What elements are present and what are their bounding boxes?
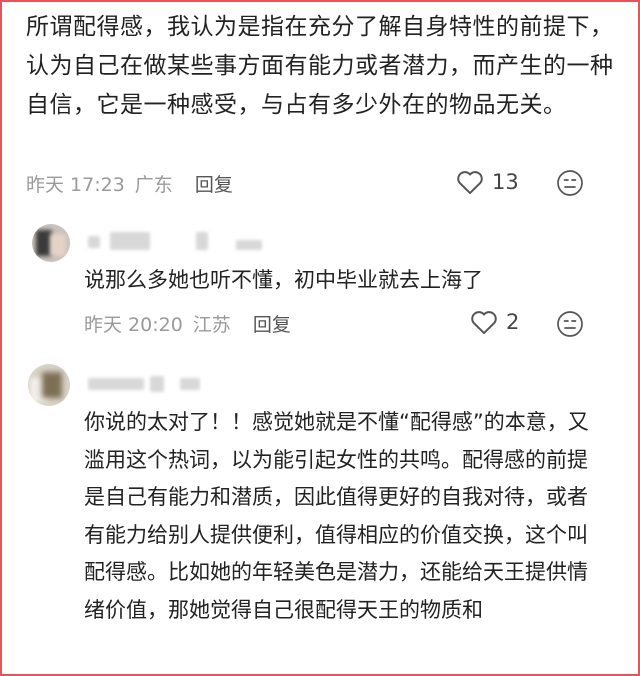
comment-2-location: 江苏 [192, 314, 231, 336]
blurred-username [88, 236, 100, 248]
comment-2-meta: 昨天 20:20 江苏 回复 [84, 310, 291, 337]
blurred-username [110, 232, 150, 250]
comment-2-like-count: 2 [506, 310, 520, 334]
comment-1-like-count: 13 [492, 170, 519, 194]
comment-1-location: 广东 [134, 174, 173, 196]
comment-1-reply-button[interactable]: 回复 [195, 170, 233, 197]
blurred-username [196, 232, 208, 250]
heart-icon [457, 171, 483, 195]
comment-2-like-button[interactable]: 2 [470, 309, 519, 335]
comment-3-text: 你说的太对了！！感觉她就是不懂“配得感”的本意，又滥用这个热词，以为能引起女性的… [84, 410, 589, 622]
neutral-face-icon[interactable] [556, 310, 584, 338]
comment-1-text: 所谓配得感，我认为是指在充分了解自身特性的前提下，认为自己在做某些事方面有能力或… [26, 14, 614, 118]
heart-icon [471, 311, 497, 335]
avatar[interactable] [28, 364, 70, 406]
blurred-username [88, 378, 144, 390]
comment-1-like-button[interactable]: 13 [456, 169, 519, 195]
blurred-username [180, 378, 200, 390]
neutral-face-icon[interactable] [556, 169, 584, 197]
comment-2-text: 说那么多她也听不懂，初中毕业就去上海了 [84, 268, 483, 292]
comment-2-reply-button[interactable]: 回复 [253, 310, 291, 337]
comment-1-meta: 昨天 17:23 广东 回复 [26, 170, 233, 197]
blurred-username [236, 240, 262, 250]
avatar[interactable] [32, 224, 70, 262]
comment-1-time: 昨天 17:23 [26, 174, 125, 196]
blurred-username [150, 376, 164, 392]
comment-2-time: 昨天 20:20 [84, 314, 183, 336]
